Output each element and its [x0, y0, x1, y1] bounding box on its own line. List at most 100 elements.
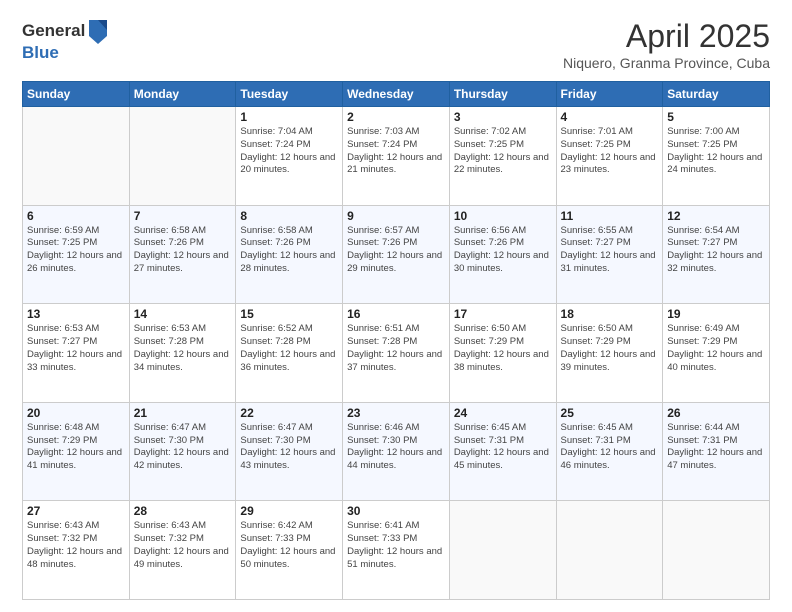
day-number: 29 — [240, 504, 338, 518]
calendar-week-4: 20 Sunrise: 6:48 AMSunset: 7:29 PMDayligh… — [23, 402, 770, 501]
calendar-cell: 7 Sunrise: 6:58 AMSunset: 7:26 PMDaylight… — [129, 205, 236, 304]
day-header-monday: Monday — [129, 82, 236, 107]
day-header-tuesday: Tuesday — [236, 82, 343, 107]
day-header-friday: Friday — [556, 82, 663, 107]
day-number: 1 — [240, 110, 338, 124]
day-number: 4 — [561, 110, 659, 124]
calendar-cell: 29 Sunrise: 6:42 AMSunset: 7:33 PMDayligh… — [236, 501, 343, 600]
day-number: 14 — [134, 307, 232, 321]
day-info: Sunrise: 7:04 AMSunset: 7:24 PMDaylight:… — [240, 126, 338, 177]
day-info: Sunrise: 6:44 AMSunset: 7:31 PMDaylight:… — [667, 422, 765, 473]
day-info: Sunrise: 7:03 AMSunset: 7:24 PMDaylight:… — [347, 126, 445, 177]
day-info: Sunrise: 6:54 AMSunset: 7:27 PMDaylight:… — [667, 225, 765, 276]
day-info: Sunrise: 6:59 AMSunset: 7:25 PMDaylight:… — [27, 225, 125, 276]
day-number: 22 — [240, 406, 338, 420]
day-number: 20 — [27, 406, 125, 420]
calendar-week-2: 6 Sunrise: 6:59 AMSunset: 7:25 PMDaylight… — [23, 205, 770, 304]
calendar-cell: 11 Sunrise: 6:55 AMSunset: 7:27 PMDayligh… — [556, 205, 663, 304]
day-info: Sunrise: 6:58 AMSunset: 7:26 PMDaylight:… — [134, 225, 232, 276]
logo-general: General — [22, 22, 85, 41]
day-info: Sunrise: 6:42 AMSunset: 7:33 PMDaylight:… — [240, 520, 338, 571]
calendar-cell: 17 Sunrise: 6:50 AMSunset: 7:29 PMDayligh… — [449, 304, 556, 403]
calendar-cell: 13 Sunrise: 6:53 AMSunset: 7:27 PMDayligh… — [23, 304, 130, 403]
day-number: 8 — [240, 209, 338, 223]
day-number: 23 — [347, 406, 445, 420]
day-number: 3 — [454, 110, 552, 124]
day-number: 12 — [667, 209, 765, 223]
calendar-cell: 27 Sunrise: 6:43 AMSunset: 7:32 PMDayligh… — [23, 501, 130, 600]
calendar-cell: 28 Sunrise: 6:43 AMSunset: 7:32 PMDayligh… — [129, 501, 236, 600]
logo-blue: Blue — [22, 44, 59, 63]
day-info: Sunrise: 6:56 AMSunset: 7:26 PMDaylight:… — [454, 225, 552, 276]
day-info: Sunrise: 6:49 AMSunset: 7:29 PMDaylight:… — [667, 323, 765, 374]
calendar-cell: 14 Sunrise: 6:53 AMSunset: 7:28 PMDayligh… — [129, 304, 236, 403]
calendar-cell: 8Sunrise: 6:58 AMSunset: 7:26 PMDaylight… — [236, 205, 343, 304]
calendar-cell — [23, 107, 130, 206]
day-info: Sunrise: 6:43 AMSunset: 7:32 PMDaylight:… — [27, 520, 125, 571]
day-header-saturday: Saturday — [663, 82, 770, 107]
day-number: 27 — [27, 504, 125, 518]
day-number: 5 — [667, 110, 765, 124]
day-number: 15 — [240, 307, 338, 321]
calendar-cell: 25Sunrise: 6:45 AMSunset: 7:31 PMDayligh… — [556, 402, 663, 501]
day-info: Sunrise: 6:57 AMSunset: 7:26 PMDaylight:… — [347, 225, 445, 276]
day-info: Sunrise: 6:47 AMSunset: 7:30 PMDaylight:… — [134, 422, 232, 473]
calendar-cell — [663, 501, 770, 600]
calendar-table: SundayMondayTuesdayWednesdayThursdayFrid… — [22, 81, 770, 600]
calendar-cell: 19 Sunrise: 6:49 AMSunset: 7:29 PMDayligh… — [663, 304, 770, 403]
calendar-cell: 1 Sunrise: 7:04 AMSunset: 7:24 PMDaylight… — [236, 107, 343, 206]
day-info: Sunrise: 6:46 AMSunset: 7:30 PMDaylight:… — [347, 422, 445, 473]
day-number: 28 — [134, 504, 232, 518]
day-info: Sunrise: 6:41 AMSunset: 7:33 PMDaylight:… — [347, 520, 445, 571]
day-info: Sunrise: 6:47 AMSunset: 7:30 PMDaylight:… — [240, 422, 338, 473]
day-header-thursday: Thursday — [449, 82, 556, 107]
day-number: 21 — [134, 406, 232, 420]
calendar-cell: 10Sunrise: 6:56 AMSunset: 7:26 PMDayligh… — [449, 205, 556, 304]
day-number: 2 — [347, 110, 445, 124]
calendar-cell: 30 Sunrise: 6:41 AMSunset: 7:33 PMDayligh… — [343, 501, 450, 600]
day-number: 7 — [134, 209, 232, 223]
day-number: 18 — [561, 307, 659, 321]
day-header-sunday: Sunday — [23, 82, 130, 107]
day-info: Sunrise: 6:43 AMSunset: 7:32 PMDaylight:… — [134, 520, 232, 571]
calendar-cell — [556, 501, 663, 600]
day-info: Sunrise: 6:50 AMSunset: 7:29 PMDaylight:… — [561, 323, 659, 374]
day-number: 26 — [667, 406, 765, 420]
day-info: Sunrise: 7:02 AMSunset: 7:25 PMDaylight:… — [454, 126, 552, 177]
calendar-header-row: SundayMondayTuesdayWednesdayThursdayFrid… — [23, 82, 770, 107]
day-number: 17 — [454, 307, 552, 321]
day-number: 6 — [27, 209, 125, 223]
month-title: April 2025 — [563, 18, 770, 55]
day-info: Sunrise: 6:51 AMSunset: 7:28 PMDaylight:… — [347, 323, 445, 374]
calendar-cell: 20 Sunrise: 6:48 AMSunset: 7:29 PMDayligh… — [23, 402, 130, 501]
calendar-cell: 6 Sunrise: 6:59 AMSunset: 7:25 PMDaylight… — [23, 205, 130, 304]
day-number: 13 — [27, 307, 125, 321]
calendar-week-5: 27 Sunrise: 6:43 AMSunset: 7:32 PMDayligh… — [23, 501, 770, 600]
day-info: Sunrise: 6:45 AMSunset: 7:31 PMDaylight:… — [454, 422, 552, 473]
day-info: Sunrise: 6:55 AMSunset: 7:27 PMDaylight:… — [561, 225, 659, 276]
location-title: Niquero, Granma Province, Cuba — [563, 55, 770, 71]
day-number: 16 — [347, 307, 445, 321]
day-number: 24 — [454, 406, 552, 420]
logo-icon — [87, 16, 109, 44]
calendar-week-1: 1 Sunrise: 7:04 AMSunset: 7:24 PMDaylight… — [23, 107, 770, 206]
day-number: 30 — [347, 504, 445, 518]
calendar-cell: 5 Sunrise: 7:00 AMSunset: 7:25 PMDaylight… — [663, 107, 770, 206]
day-number: 25 — [561, 406, 659, 420]
calendar-week-3: 13 Sunrise: 6:53 AMSunset: 7:27 PMDayligh… — [23, 304, 770, 403]
day-info: Sunrise: 6:53 AMSunset: 7:28 PMDaylight:… — [134, 323, 232, 374]
logo: General Blue — [22, 18, 109, 63]
calendar-cell: 4Sunrise: 7:01 AMSunset: 7:25 PMDaylight… — [556, 107, 663, 206]
day-info: Sunrise: 6:50 AMSunset: 7:29 PMDaylight:… — [454, 323, 552, 374]
day-number: 11 — [561, 209, 659, 223]
day-number: 19 — [667, 307, 765, 321]
calendar-cell: 23 Sunrise: 6:46 AMSunset: 7:30 PMDayligh… — [343, 402, 450, 501]
calendar-cell: 9Sunrise: 6:57 AMSunset: 7:26 PMDaylight… — [343, 205, 450, 304]
day-info: Sunrise: 7:00 AMSunset: 7:25 PMDaylight:… — [667, 126, 765, 177]
day-info: Sunrise: 6:53 AMSunset: 7:27 PMDaylight:… — [27, 323, 125, 374]
day-info: Sunrise: 6:48 AMSunset: 7:29 PMDaylight:… — [27, 422, 125, 473]
calendar-cell: 16 Sunrise: 6:51 AMSunset: 7:28 PMDayligh… — [343, 304, 450, 403]
calendar-cell: 15Sunrise: 6:52 AMSunset: 7:28 PMDayligh… — [236, 304, 343, 403]
calendar-cell: 22 Sunrise: 6:47 AMSunset: 7:30 PMDayligh… — [236, 402, 343, 501]
calendar-cell — [449, 501, 556, 600]
